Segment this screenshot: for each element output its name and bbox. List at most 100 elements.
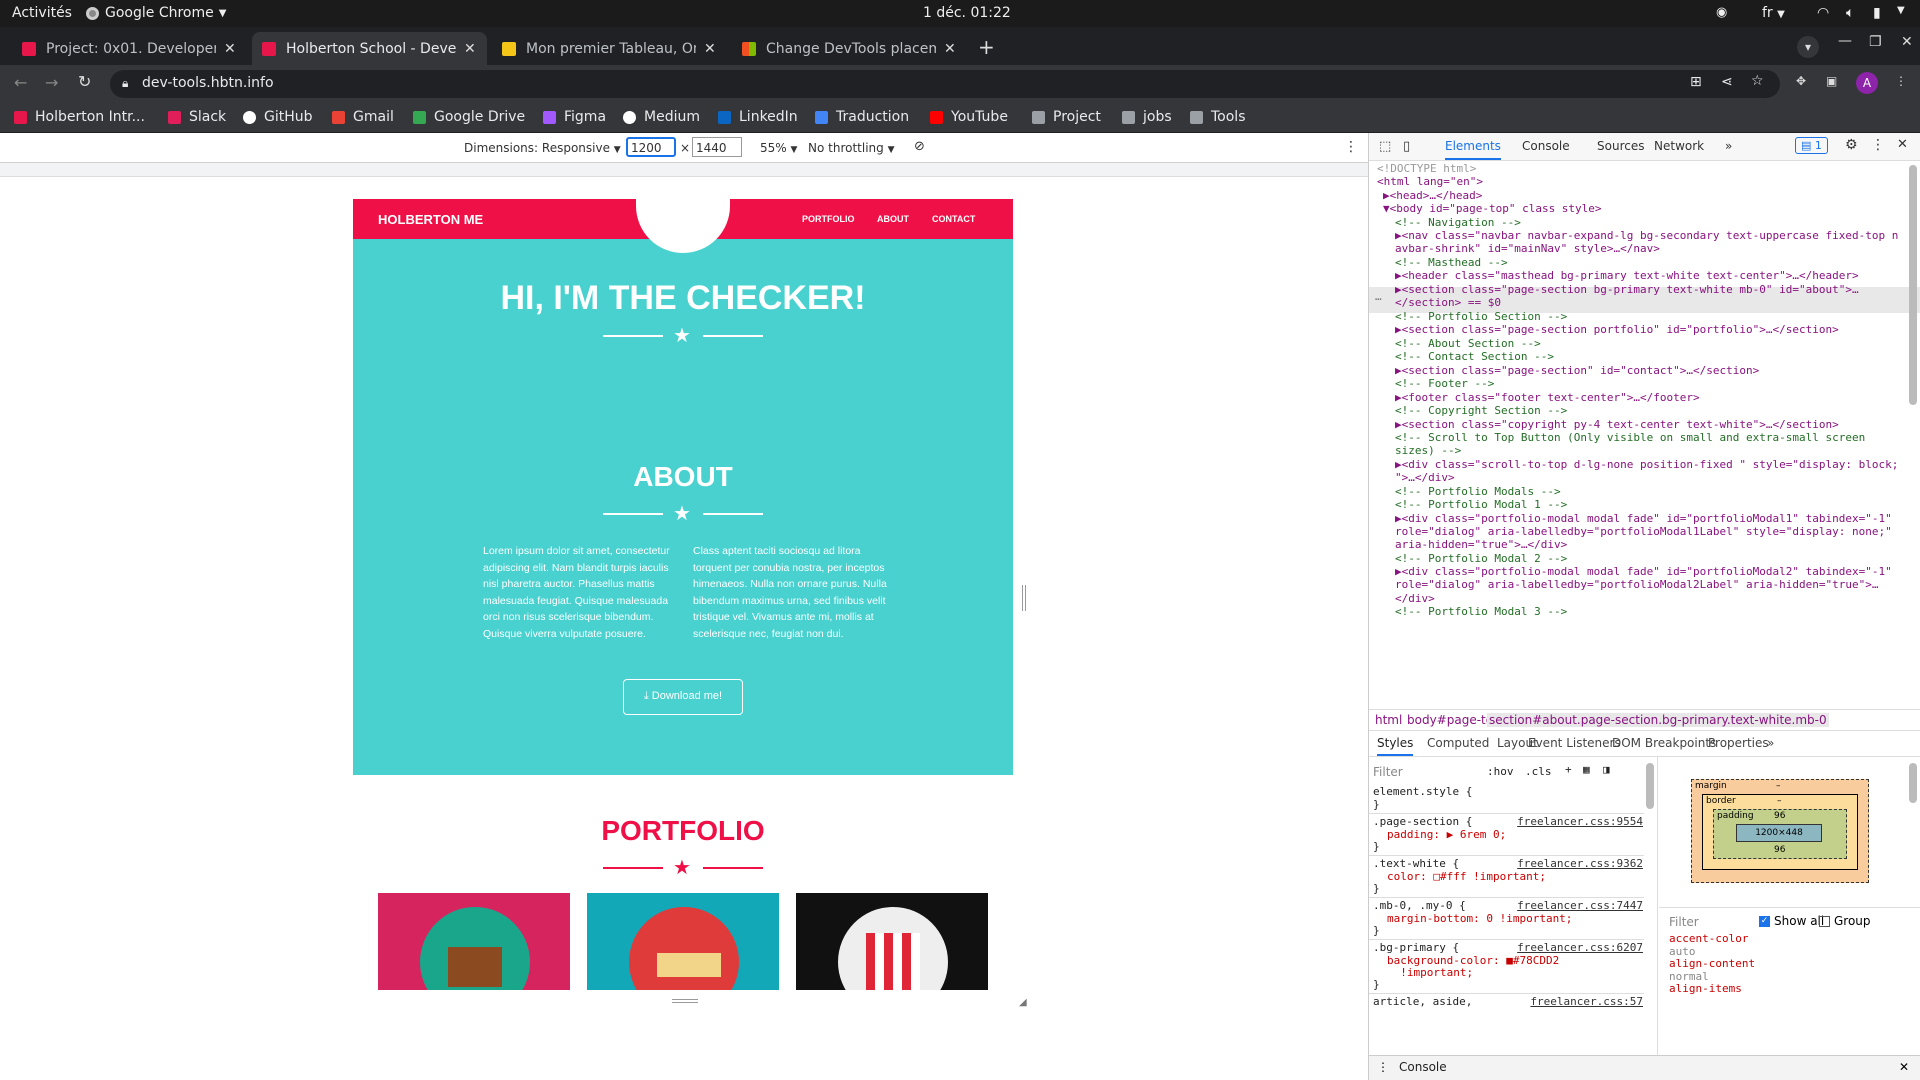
portfolio-item-circus[interactable]: [796, 893, 988, 990]
paint-icon[interactable]: ▦: [1583, 763, 1590, 776]
tab-3[interactable]: Change DevTools placem ✕: [732, 32, 967, 65]
side-panel-icon[interactable]: ▣: [1826, 74, 1837, 88]
computed-prop-name[interactable]: align-content: [1669, 957, 1755, 971]
bookmark-folder-tools[interactable]: Tools: [1190, 109, 1246, 125]
rotate-icon[interactable]: ⊘: [914, 139, 925, 154]
site-brand[interactable]: HOLBERTON ME: [378, 212, 483, 227]
bookmark-github[interactable]: GitHub: [243, 109, 313, 125]
more-subtabs-chevron-icon[interactable]: »: [1767, 736, 1774, 750]
css-source-link[interactable]: freelancer.css:9554: [1517, 815, 1643, 828]
crumb-html[interactable]: html: [1375, 713, 1402, 727]
close-icon[interactable]: ✕: [704, 41, 716, 57]
profile-avatar[interactable]: A: [1856, 72, 1878, 94]
dom-node[interactable]: role="dialog" aria-labelledby="portfolio…: [1395, 577, 1878, 593]
dom-node[interactable]: ▶<div class="scroll-to-top d-lg-none pos…: [1395, 457, 1898, 473]
issues-badge[interactable]: ▤ 1: [1795, 137, 1828, 154]
tab-search-chevron-icon[interactable]: ▾: [1797, 36, 1819, 58]
more-tabs-chevron-icon[interactable]: »: [1725, 139, 1732, 153]
css-declaration[interactable]: padding: ▶ 6rem 0;: [1387, 828, 1506, 841]
box-padding[interactable]: padding 96 1200×448 96: [1713, 809, 1847, 859]
box-border[interactable]: border – padding 96 1200×448 96: [1702, 794, 1858, 870]
drawer-tab-console[interactable]: Console: [1399, 1060, 1447, 1074]
css-selector[interactable]: article, aside,: [1373, 995, 1472, 1008]
bookmark-slack[interactable]: Slack: [168, 109, 226, 125]
new-tab-plus-icon[interactable]: +: [978, 35, 995, 59]
dom-comment[interactable]: <!-- Portfolio Modal 3 -->: [1395, 604, 1567, 620]
box-content[interactable]: 1200×448: [1736, 824, 1822, 842]
crumb-section[interactable]: section#about.page-section.bg-primary.te…: [1487, 713, 1829, 727]
bookmark-medium[interactable]: Medium: [623, 109, 700, 125]
discord-tray-icon[interactable]: ◉: [1716, 5, 1727, 20]
inspect-element-icon[interactable]: ⬚: [1379, 139, 1391, 154]
tab-sources[interactable]: Sources: [1597, 139, 1644, 153]
reload-icon[interactable]: ↻: [78, 72, 91, 91]
activities-button[interactable]: Activités: [12, 5, 72, 21]
resize-corner-icon[interactable]: ◢: [1019, 997, 1027, 1008]
close-icon[interactable]: ✕: [464, 41, 476, 57]
new-rule-plus-icon[interactable]: +: [1565, 763, 1572, 776]
sidebar-toggle-icon[interactable]: ◨: [1603, 763, 1610, 776]
css-source-link[interactable]: freelancer.css:57: [1530, 995, 1643, 1008]
bookmark-star-icon[interactable]: ☆: [1751, 73, 1764, 89]
kebab-menu-icon[interactable]: ⋮: [1895, 74, 1907, 88]
computed-prop-name[interactable]: accent-color: [1669, 932, 1755, 946]
throttling-dropdown[interactable]: No throttling ▼: [808, 141, 895, 155]
omnibox[interactable]: 🔒︎ dev-tools.hbtn.info ⊞ ⋖ ☆: [110, 70, 1780, 98]
css-source-link[interactable]: freelancer.css:7447: [1517, 899, 1643, 912]
css-declaration[interactable]: margin-bottom: 0 !important;: [1387, 912, 1572, 925]
close-drawer-icon[interactable]: ✕: [1899, 1060, 1909, 1074]
bookmark-traduction[interactable]: Traduction: [815, 109, 909, 125]
css-source-link[interactable]: freelancer.css:6207: [1517, 941, 1643, 954]
language-indicator[interactable]: fr ▼: [1762, 5, 1785, 21]
css-selector[interactable]: .text-white {: [1373, 857, 1459, 870]
show-all-checkbox[interactable]: ✓ Show all: [1759, 914, 1824, 928]
share-icon[interactable]: ⋖: [1721, 74, 1733, 90]
bookmark-folder-jobs[interactable]: jobs: [1122, 109, 1172, 125]
media-query-ruler[interactable]: [0, 163, 1368, 177]
bookmark-gmail[interactable]: Gmail: [332, 109, 394, 125]
dimensions-dropdown[interactable]: Dimensions: Responsive ▼: [464, 141, 621, 155]
nav-about[interactable]: ABOUT: [877, 214, 909, 224]
forward-arrow-icon[interactable]: →: [45, 73, 58, 92]
close-icon[interactable]: ✕: [224, 41, 236, 57]
download-button[interactable]: ⤓ Download me!: [623, 679, 743, 715]
devtools-menu-icon[interactable]: ⋮: [1871, 137, 1885, 153]
extensions-puzzle-icon[interactable]: ✥: [1796, 74, 1806, 88]
tab-1-active[interactable]: Holberton School - Develo ✕: [252, 32, 487, 65]
computed-scrollbar[interactable]: [1909, 763, 1917, 803]
tab-console[interactable]: Console: [1522, 139, 1570, 153]
settings-gear-icon[interactable]: ⚙: [1845, 137, 1858, 153]
css-selector[interactable]: element.style {: [1373, 785, 1472, 798]
dom-tree[interactable]: … <!DOCTYPE html> <html lang="en"> ▶<head>…: [1369, 161, 1920, 709]
zoom-dropdown[interactable]: 55% ▼: [760, 141, 797, 155]
css-source-link[interactable]: freelancer.css:9362: [1517, 857, 1643, 870]
minimize-icon[interactable]: —: [1838, 33, 1852, 49]
volume-icon[interactable]: 🔈︎: [1846, 5, 1854, 21]
css-selector[interactable]: .bg-primary {: [1373, 941, 1459, 954]
more-options-icon[interactable]: ⋮: [1344, 139, 1358, 155]
battery-icon[interactable]: ▮: [1873, 5, 1881, 21]
styles-filter-input[interactable]: Filter: [1373, 765, 1403, 779]
translate-icon[interactable]: ⊞: [1690, 74, 1702, 90]
bookmark-figma[interactable]: Figma: [543, 109, 606, 125]
hov-toggle[interactable]: :hov: [1487, 765, 1514, 778]
subtab-properties[interactable]: Properties: [1708, 736, 1769, 750]
system-menu-chevron-icon[interactable]: ▼: [1897, 5, 1905, 16]
close-icon[interactable]: ✕: [944, 41, 956, 57]
styles-scrollbar[interactable]: [1646, 763, 1654, 809]
app-menu[interactable]: Google Chrome ▼: [86, 5, 226, 21]
width-input[interactable]: 1200: [626, 137, 676, 157]
resize-handle-bottom[interactable]: [672, 999, 698, 1003]
close-window-icon[interactable]: ✕: [1901, 34, 1913, 50]
cls-toggle[interactable]: .cls: [1525, 765, 1552, 778]
css-selector[interactable]: .page-section {: [1373, 815, 1472, 828]
tab-network[interactable]: Network: [1654, 139, 1704, 153]
portfolio-item-cabin[interactable]: [378, 893, 570, 990]
drawer-menu-icon[interactable]: ⋮: [1377, 1060, 1389, 1074]
dom-comment[interactable]: <!-- Scroll to Top Button (Only visible …: [1395, 430, 1865, 446]
clock[interactable]: 1 déc. 01:22: [923, 5, 1011, 21]
computed-prop-name[interactable]: align-items: [1669, 982, 1755, 996]
tab-elements[interactable]: Elements: [1445, 139, 1501, 160]
bookmark-holberton[interactable]: Holberton Intr...: [14, 109, 145, 125]
ellipsis-icon[interactable]: …: [1375, 289, 1382, 305]
